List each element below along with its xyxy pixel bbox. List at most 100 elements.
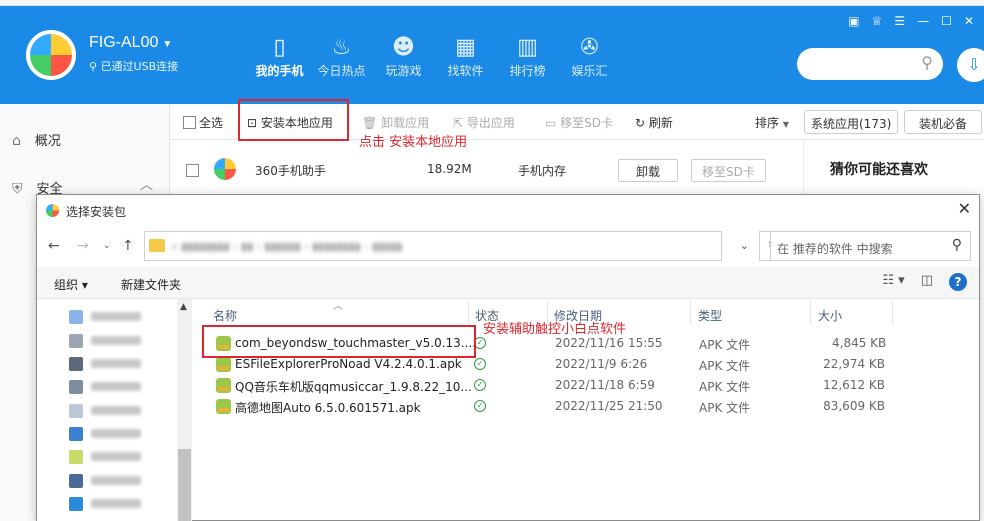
nav-pane-item[interactable] (69, 473, 159, 488)
system-apps-button[interactable]: 系统应用(173) (804, 110, 899, 134)
tab-ranking[interactable]: ▥ 排行榜 (500, 34, 555, 79)
minimize-icon[interactable]: — (917, 14, 929, 28)
chart-icon: ▥ (517, 35, 538, 60)
app-search-input[interactable]: ⚲ (797, 48, 943, 80)
menu-icon[interactable]: ☰ (894, 14, 905, 28)
tab-software[interactable]: ▦ 找软件 (438, 34, 493, 79)
skin-icon[interactable]: ♕ (872, 14, 883, 28)
export-button[interactable]: ⇱ 导出应用 (453, 114, 515, 131)
check-icon: ✓ (474, 379, 486, 391)
scrollbar-thumb[interactable] (178, 449, 191, 521)
app-360-icon (214, 158, 236, 180)
row-checkbox[interactable] (186, 164, 199, 177)
chevron-down-icon: ▼ (782, 120, 789, 129)
apk-file-icon (216, 357, 231, 372)
recommend-title: 猜你可能还喜欢 (830, 162, 928, 178)
shield-icon: ⛨ (12, 181, 23, 197)
device-status: ⚲ 已通过USB连接 (89, 60, 179, 73)
tab-entertainment[interactable]: ✇ 娱乐汇 (562, 34, 617, 79)
dialog-search-input[interactable]: 在 推荐的软件 中搜索 ⚲ (770, 231, 971, 261)
move-sd-button[interactable]: ▭ 移至SD卡 (545, 114, 613, 131)
sd-card-icon: ▭ (545, 116, 557, 130)
forward-arrow-icon[interactable]: → (77, 238, 89, 254)
uninstall-button[interactable]: 🗑 卸载应用 (362, 114, 429, 131)
device-avatar[interactable] (26, 30, 76, 80)
column-type[interactable]: 类型 (698, 307, 722, 324)
back-arrow-icon[interactable]: ← (48, 238, 60, 254)
highlight-touchmaster-file (202, 325, 476, 358)
table-row[interactable]: 360手机助手 18.92M 手机内存 卸载 移至SD卡 (170, 150, 800, 190)
address-bar[interactable]: « ▮▮▮▮▮▮▮▮ › ▮▮ › ▮▮▮▮▮▮ › ▮▮▮▮▮▮▮▮ › ▮▮… (144, 231, 749, 261)
nav-pane-item[interactable] (69, 379, 159, 394)
main-nav: ▯ 我的手机 ♨ 今日热点 ☻ 玩游戏 ▦ 找软件 ▥ 排行榜 ✇ 娱乐汇 (252, 34, 624, 79)
phone-icon: ▯ (273, 35, 286, 60)
view-controls: ☷ ▾ ◫ ? (882, 273, 967, 291)
check-icon: ✓ (474, 358, 486, 370)
sidebar-item-overview[interactable]: ⌂ 概况 (12, 130, 61, 149)
nav-pane-item[interactable] (69, 309, 159, 324)
help-icon[interactable]: ? (949, 273, 967, 291)
download-button[interactable]: ⇩ (957, 48, 984, 82)
chat-icon[interactable]: ▣ (848, 14, 859, 28)
new-folder-button[interactable]: 新建文件夹 (121, 276, 181, 293)
annotation-file-hint: 安装辅助触控小白点软件 (483, 322, 627, 337)
address-path-blurred: « ▮▮▮▮▮▮▮▮ › ▮▮ › ▮▮▮▮▮▮ › ▮▮▮▮▮▮▮▮ › ▮▮… (171, 240, 403, 253)
top-bar: FIG-AL00 ▼ ⚲ 已通过USB连接 ▯ 我的手机 ♨ 今日热点 ☻ 玩游戏 ▦ 找… (0, 0, 984, 104)
organize-button[interactable]: 组织 ▾ (54, 276, 88, 293)
chevron-down-icon[interactable]: ⌄ (740, 239, 749, 252)
sort-dropdown[interactable]: 排序 ▼ (755, 114, 789, 131)
up-arrow-icon[interactable]: ↑ (122, 238, 134, 254)
row-move-sd-button[interactable]: 移至SD卡 (691, 159, 766, 182)
app-size: 18.92M (427, 162, 472, 176)
tab-games[interactable]: ☻ 玩游戏 (376, 34, 431, 79)
file-row[interactable]: 高德地图Auto 6.5.0.601571.apk ✓ 2022/11/25 2… (192, 396, 952, 417)
search-icon: ⚲ (951, 237, 962, 253)
nav-pane-item[interactable] (69, 449, 159, 464)
window-controls: ▣ ♕ ☰ — ☐ ✕ (848, 14, 974, 28)
column-size[interactable]: 大小 (818, 307, 842, 324)
dialog-title: 选择安装包 (66, 205, 127, 219)
chevron-down-icon: ▼ (162, 39, 173, 50)
file-open-dialog: 选择安装包 ✕ ← → ⌄ ↑ « ▮▮▮▮▮▮▮▮ › ▮▮ › ▮▮▮▮▮▮… (36, 194, 980, 521)
film-icon: ✇ (580, 35, 599, 60)
row-uninstall-button[interactable]: 卸载 (618, 159, 678, 182)
nav-pane-item[interactable] (69, 333, 159, 348)
export-icon: ⇱ (453, 116, 464, 130)
recent-dropdown-icon[interactable]: ⌄ (103, 241, 111, 251)
address-row: ← → ⌄ ↑ « ▮▮▮▮▮▮▮▮ › ▮▮ › ▮▮▮▮▮▮ › ▮▮▮▮▮… (37, 229, 979, 263)
nav-pane-item[interactable] (69, 403, 159, 418)
tab-my-phone[interactable]: ▯ 我的手机 (252, 34, 307, 79)
column-name[interactable]: 名称 (213, 307, 237, 324)
device-name[interactable]: FIG-AL00 ▼ (89, 34, 172, 52)
check-icon: ✓ (474, 400, 486, 412)
nav-pane-item[interactable] (69, 496, 159, 511)
apk-file-icon (216, 378, 231, 393)
scroll-up-icon[interactable]: ▲ (180, 302, 187, 312)
refresh-button[interactable]: ↻ 刷新 (635, 114, 673, 131)
preview-pane-icon[interactable]: ◫ (921, 273, 933, 291)
background-window-strip (0, 0, 984, 6)
file-row[interactable]: QQ音乐车机版qqmusiccar_1.9.8.22_10... ✓ 2022/… (192, 375, 952, 396)
nav-pane-scrollbar[interactable]: ▲ (177, 299, 192, 521)
view-options-icon[interactable]: ☷ ▾ (882, 273, 904, 291)
nav-pane-item[interactable] (69, 356, 159, 371)
highlight-install-local (238, 99, 349, 141)
app-name: 360手机助手 (255, 164, 326, 178)
essentials-button[interactable]: 装机必备 (904, 110, 982, 134)
maximize-icon[interactable]: ☐ (941, 14, 952, 28)
gamepad-icon: ☻ (392, 35, 415, 60)
navigation-pane (37, 299, 192, 521)
apps-icon: ▦ (455, 35, 476, 60)
app-location: 手机内存 (518, 164, 567, 178)
dialog-title-bar: 选择安装包 ✕ (37, 195, 979, 225)
tab-hot[interactable]: ♨ 今日热点 (314, 34, 369, 79)
fire-icon: ♨ (331, 35, 352, 60)
command-bar: 组织 ▾ 新建文件夹 ☷ ▾ ◫ ? (37, 267, 979, 299)
close-icon[interactable]: ✕ (964, 14, 974, 28)
recommend-panel: 猜你可能还喜欢 (803, 140, 984, 200)
close-icon[interactable]: ✕ (958, 199, 971, 218)
refresh-icon: ↻ (635, 116, 646, 130)
nav-pane-item[interactable] (69, 426, 159, 441)
select-all-checkbox[interactable]: 全选 (183, 114, 223, 131)
chevron-up-icon: ︿ (140, 178, 154, 193)
